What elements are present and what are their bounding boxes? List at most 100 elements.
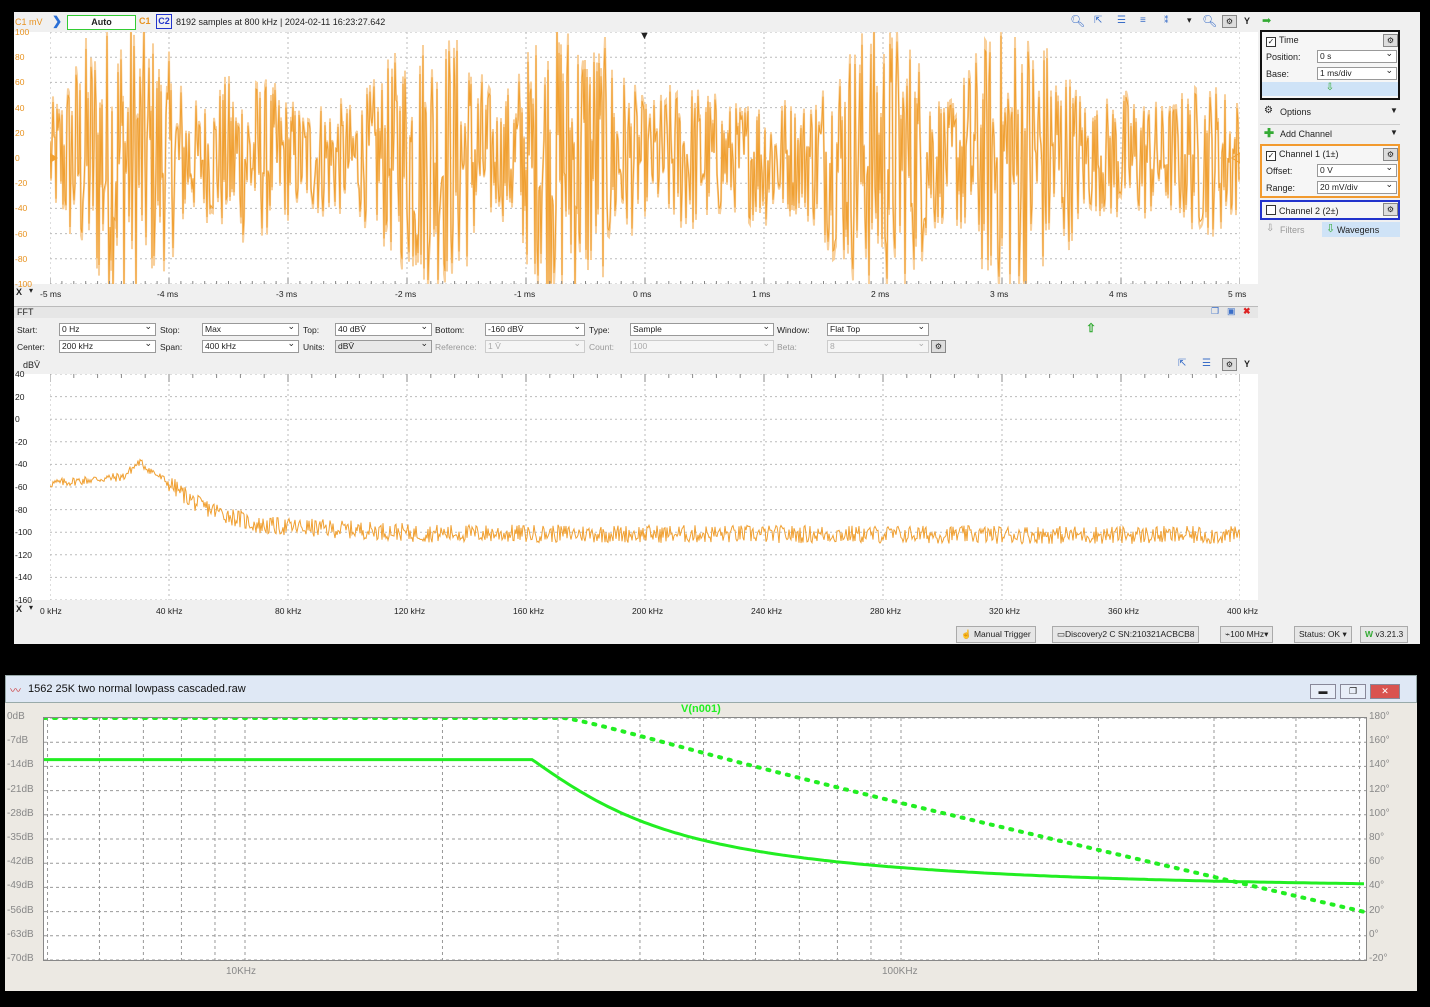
base-label: Base: — [1266, 69, 1290, 79]
time-x-axis: X ▾ -5 ms -4 ms -3 ms -2 ms -1 ms 0 ms 1 ms 2 m… — [14, 286, 1258, 300]
channel2-gear-icon[interactable]: ⚙ — [1383, 203, 1398, 216]
time-collapse-arrow-icon[interactable]: ⇩ — [1262, 82, 1398, 96]
fft-align-icon[interactable]: ☰ — [1202, 358, 1211, 369]
fft-y-button[interactable]: Y — [1244, 359, 1250, 369]
fft-x-axis-button[interactable]: X — [16, 604, 22, 614]
fft-x-tick-label: 0 kHz — [40, 606, 62, 616]
reference-select[interactable]: 1 V̄ — [485, 338, 585, 353]
device-button[interactable]: ▭Discovery2 C SN:210321ACBCB8 — [1052, 626, 1200, 643]
time-y-tick-label: -20 — [15, 178, 28, 189]
fft-x-axis-dropdown-icon[interactable]: ▾ — [29, 603, 33, 612]
channel2-label: Channel 2 (2±) — [1279, 206, 1339, 216]
status-label: Status: OK — [1299, 629, 1341, 639]
type-select[interactable]: Sample — [630, 321, 774, 336]
wavegens-button[interactable]: ⇩ Wavegens — [1322, 222, 1400, 237]
channel1-gear-icon[interactable]: ⚙ — [1383, 148, 1398, 161]
trigger-level-strip[interactable] — [1240, 32, 1258, 284]
fft-titlebar: FFT ❐ ▣ ✖ — [14, 306, 1258, 318]
ltspice-plot[interactable] — [42, 716, 1367, 961]
cursor-icon[interactable]: ⇱ — [1094, 15, 1102, 26]
status-button[interactable]: Status: OK ▾ — [1294, 626, 1352, 643]
time-checkbox[interactable]: ✓ — [1266, 37, 1276, 47]
center-select[interactable]: 200 kHz — [59, 338, 156, 353]
zoom-icon[interactable]: 🔍︎ — [1070, 14, 1085, 28]
options-button[interactable]: ⚙ Options ▼ — [1260, 104, 1400, 120]
fft-x-axis: X ▾ 0 kHz 40 kHz 80 kHz 120 kHz 160 kHz 200 k… — [14, 603, 1258, 617]
fft-x-tick-label: 160 kHz — [513, 606, 545, 616]
span-select[interactable]: 400 kHz — [202, 338, 299, 353]
beta-label: Beta: — [777, 342, 797, 352]
time-label: Time — [1279, 35, 1299, 45]
bottom-select[interactable]: -160 dBV̄ — [485, 321, 585, 336]
settings-gear-icon[interactable]: ⚙ — [1222, 15, 1237, 28]
run-arrow-icon[interactable]: ❯ — [52, 14, 62, 28]
green-arrow-up-icon[interactable]: ⇧ — [1086, 321, 1096, 335]
time-gear-icon[interactable]: ⚙ — [1383, 34, 1398, 47]
minimize-button[interactable]: ▬ — [1310, 684, 1336, 699]
manual-trigger-button[interactable]: ☝ Manual Trigger — [956, 626, 1036, 643]
fft-x-tick-label: 360 kHz — [1108, 606, 1140, 616]
channel2-tag[interactable]: C2 — [156, 14, 172, 29]
close-button[interactable]: ✕ — [1370, 684, 1400, 699]
window-select[interactable]: Flat Top — [827, 321, 929, 336]
fft-settings-gear-icon[interactable]: ⚙ — [931, 340, 946, 353]
dropdown-icon[interactable]: ▾ — [1187, 15, 1192, 26]
sidebar-arrow-icon[interactable]: ➡ — [1262, 14, 1271, 27]
channel1-checkbox[interactable]: ✓ — [1266, 151, 1276, 161]
fft-cursor-icon[interactable]: ⇱ — [1178, 358, 1186, 369]
filters-arrow-icon: ⇩ — [1266, 223, 1275, 234]
stop-select[interactable]: Max — [202, 321, 299, 336]
layout-icon[interactable]: ⁑ — [1164, 15, 1169, 26]
x-axis-dropdown-icon[interactable]: ▾ — [29, 286, 33, 295]
fft-y-tick-label: 0 — [15, 414, 20, 425]
auto-button[interactable]: Auto — [67, 15, 136, 30]
position-select[interactable]: 0 s — [1317, 48, 1397, 63]
count-select[interactable]: 100 — [630, 338, 774, 353]
units-select[interactable]: dBV̄ — [335, 338, 432, 353]
trigger-position-marker[interactable]: ▼ — [639, 30, 650, 42]
time-header[interactable]: ✓ Time — [1266, 35, 1299, 47]
trace-name[interactable]: V(n001) — [681, 703, 721, 715]
channel1-tag[interactable]: C1 — [139, 16, 151, 26]
fft-x-tick-label: 280 kHz — [870, 606, 902, 616]
y-axis-button[interactable]: Y — [1244, 16, 1250, 26]
restore-icon[interactable]: ❐ — [1211, 306, 1219, 317]
list-icon[interactable]: ≡ — [1140, 15, 1146, 26]
bottom-label: Bottom: — [435, 325, 465, 335]
channel2-header[interactable]: Channel 2 (2±) — [1266, 205, 1338, 216]
version-label: v3.21.3 — [1375, 629, 1404, 639]
maximize-icon[interactable]: ▣ — [1227, 306, 1236, 317]
lt-y-right-tick-label: 0° — [1369, 928, 1379, 940]
beta-select[interactable]: 8 — [827, 338, 929, 353]
clock-button[interactable]: ⌁100 MHz▾ — [1220, 626, 1274, 643]
range-select[interactable]: 20 mV/div — [1317, 179, 1397, 194]
fft-x-tick-label: 40 kHz — [156, 606, 183, 616]
channel2-checkbox[interactable] — [1266, 205, 1276, 215]
lt-y-left-tick-label: -21dB — [7, 783, 34, 795]
restore-button[interactable]: ❐ — [1340, 684, 1366, 699]
align-icon[interactable]: ☰ — [1117, 15, 1126, 26]
magnifier-icon[interactable]: 🔍︎ — [1202, 14, 1217, 28]
close-icon[interactable]: ✖ — [1243, 306, 1251, 317]
time-plot[interactable] — [49, 19, 1241, 297]
channel1-header[interactable]: ✓ Channel 1 (1±) — [1266, 149, 1338, 161]
filters-button[interactable]: ⇩ Filters — [1262, 222, 1320, 237]
window-label: Window: — [777, 325, 810, 335]
lt-y-right-tick-label: 40° — [1369, 880, 1385, 892]
lt-y-right-tick-label: 100° — [1369, 807, 1390, 819]
time-x-tick-label: -1 ms — [514, 289, 536, 299]
top-select[interactable]: 40 dBV̄ — [335, 321, 432, 336]
base-select[interactable]: 1 ms/div — [1317, 65, 1397, 80]
waveforms-window: C1 mV ❯ Auto C1 C2 8192 samples at 800 k… — [14, 12, 1420, 644]
lt-y-right-tick-label: 20° — [1369, 904, 1385, 916]
add-channel-button[interactable]: ✚ Add Channel ▼ — [1260, 124, 1400, 141]
x-axis-button[interactable]: X — [16, 287, 22, 297]
lt-y-left-tick-label: -42dB — [7, 856, 34, 868]
plus-icon: ✚ — [1264, 126, 1275, 140]
manual-trigger-label: Manual Trigger — [973, 629, 1031, 639]
fft-plot[interactable] — [49, 373, 1241, 601]
version-button[interactable]: W v3.21.3 — [1360, 626, 1409, 643]
fft-gear-icon[interactable]: ⚙ — [1222, 358, 1237, 371]
start-select[interactable]: 0 Hz — [59, 321, 156, 336]
offset-select[interactable]: 0 V — [1317, 162, 1397, 177]
